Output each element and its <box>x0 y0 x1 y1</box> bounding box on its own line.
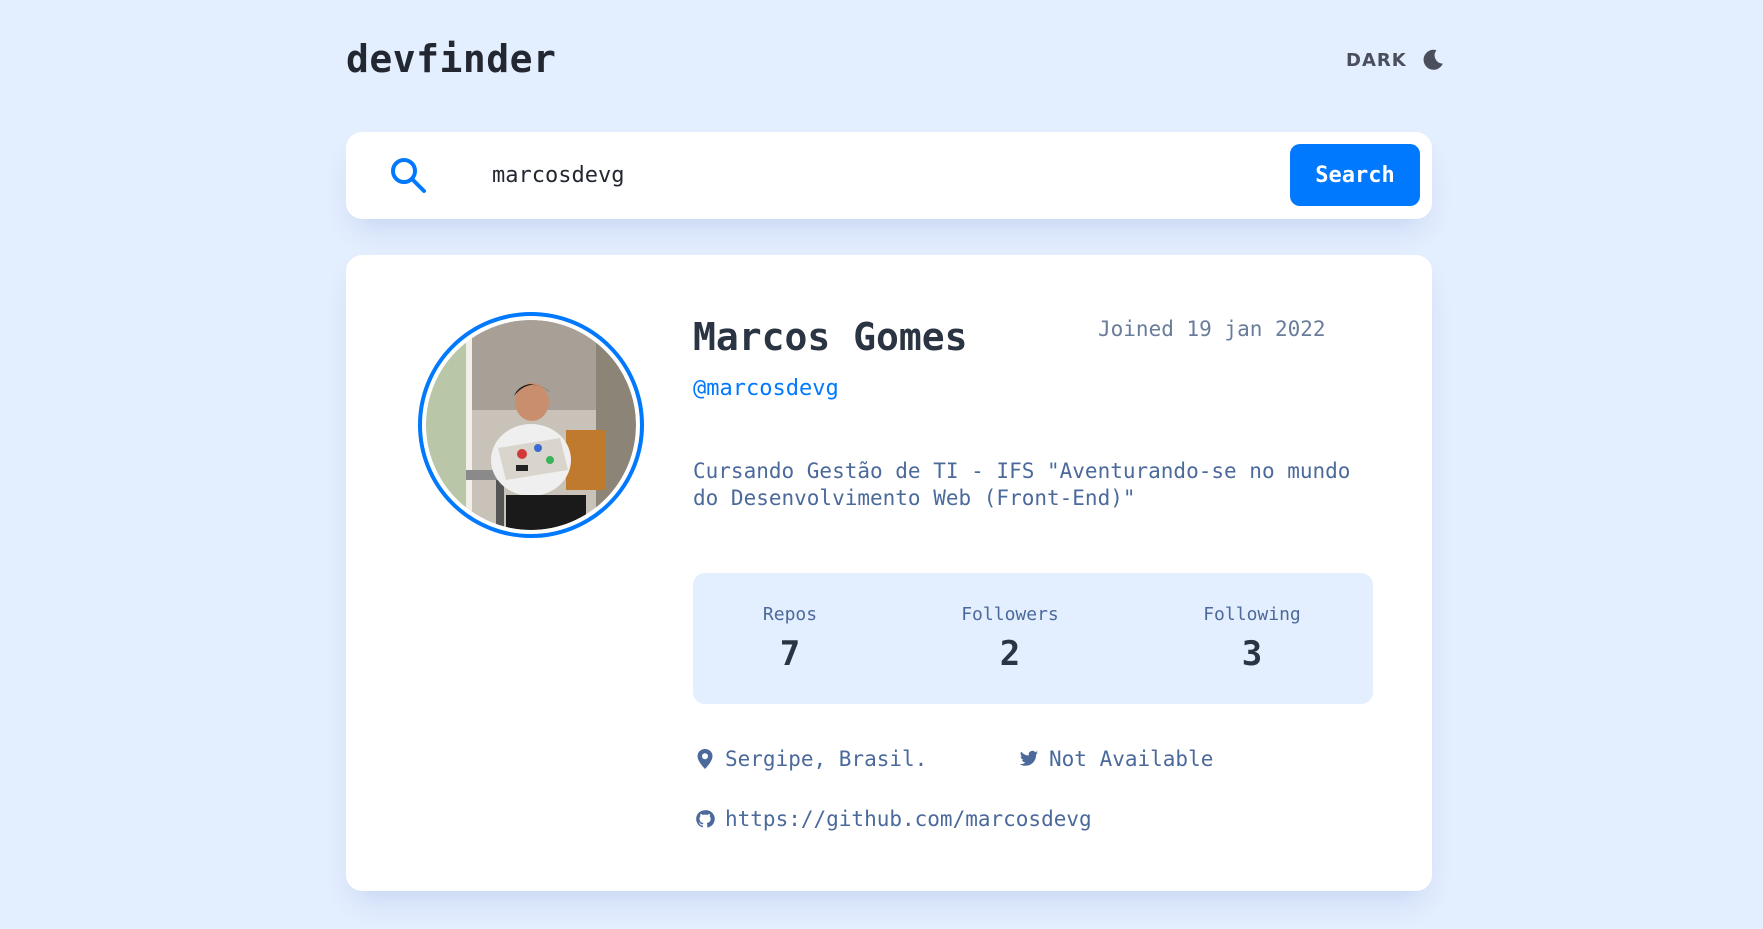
twitter-text: Not Available <box>1049 747 1214 771</box>
stat-repos-value: 7 <box>779 634 801 674</box>
theme-toggle-button[interactable]: DARK <box>1346 44 1445 76</box>
stat-repos-label: Repos <box>762 604 818 625</box>
location-pin-icon <box>697 749 713 769</box>
profile-bio: Cursando Gestão de TI - IFS "Aventurando… <box>693 459 1351 510</box>
stat-followers-label: Followers <box>961 604 1059 625</box>
blog-link[interactable]: https://github.com/marcosdevg <box>725 805 1092 833</box>
github-icon <box>696 810 715 828</box>
theme-toggle-label: DARK <box>1346 49 1407 71</box>
search-button[interactable]: Search <box>1290 144 1420 206</box>
stat-following-value: 3 <box>1241 634 1263 674</box>
search-icon <box>391 158 426 193</box>
blog-info[interactable]: https://github.com/marcosdevg <box>695 805 1092 833</box>
profile-login-link[interactable]: @marcosdevg <box>693 374 839 404</box>
stat-following: Following 3 <box>1172 603 1332 677</box>
twitter-icon <box>1019 750 1039 766</box>
search-input[interactable] <box>492 154 1312 196</box>
stats-panel: Repos 7 Followers 2 Following 3 <box>693 573 1373 704</box>
stat-repos: Repos 7 <box>710 603 870 677</box>
joined-date: Joined 19 jan 2022 <box>1098 317 1326 341</box>
profile-name: Marcos Gomes <box>693 315 968 359</box>
app-logo: devfinder <box>346 37 557 81</box>
moon-icon <box>1423 49 1443 70</box>
stat-followers: Followers 2 <box>930 603 1090 677</box>
avatar-frame <box>418 312 644 538</box>
search-bar: Search <box>346 132 1432 219</box>
avatar <box>426 320 636 530</box>
profile-card: Marcos Gomes Joined 19 jan 2022 @marcosd… <box>346 255 1432 891</box>
stat-following-label: Following <box>1203 604 1301 625</box>
stat-followers-value: 2 <box>999 634 1021 674</box>
location-text: Sergipe, Brasil. <box>725 747 928 771</box>
page: devfinder DARK Search <box>0 0 1763 929</box>
location-info: Sergipe, Brasil. <box>695 745 927 773</box>
twitter-info: Not Available <box>1019 745 1213 773</box>
